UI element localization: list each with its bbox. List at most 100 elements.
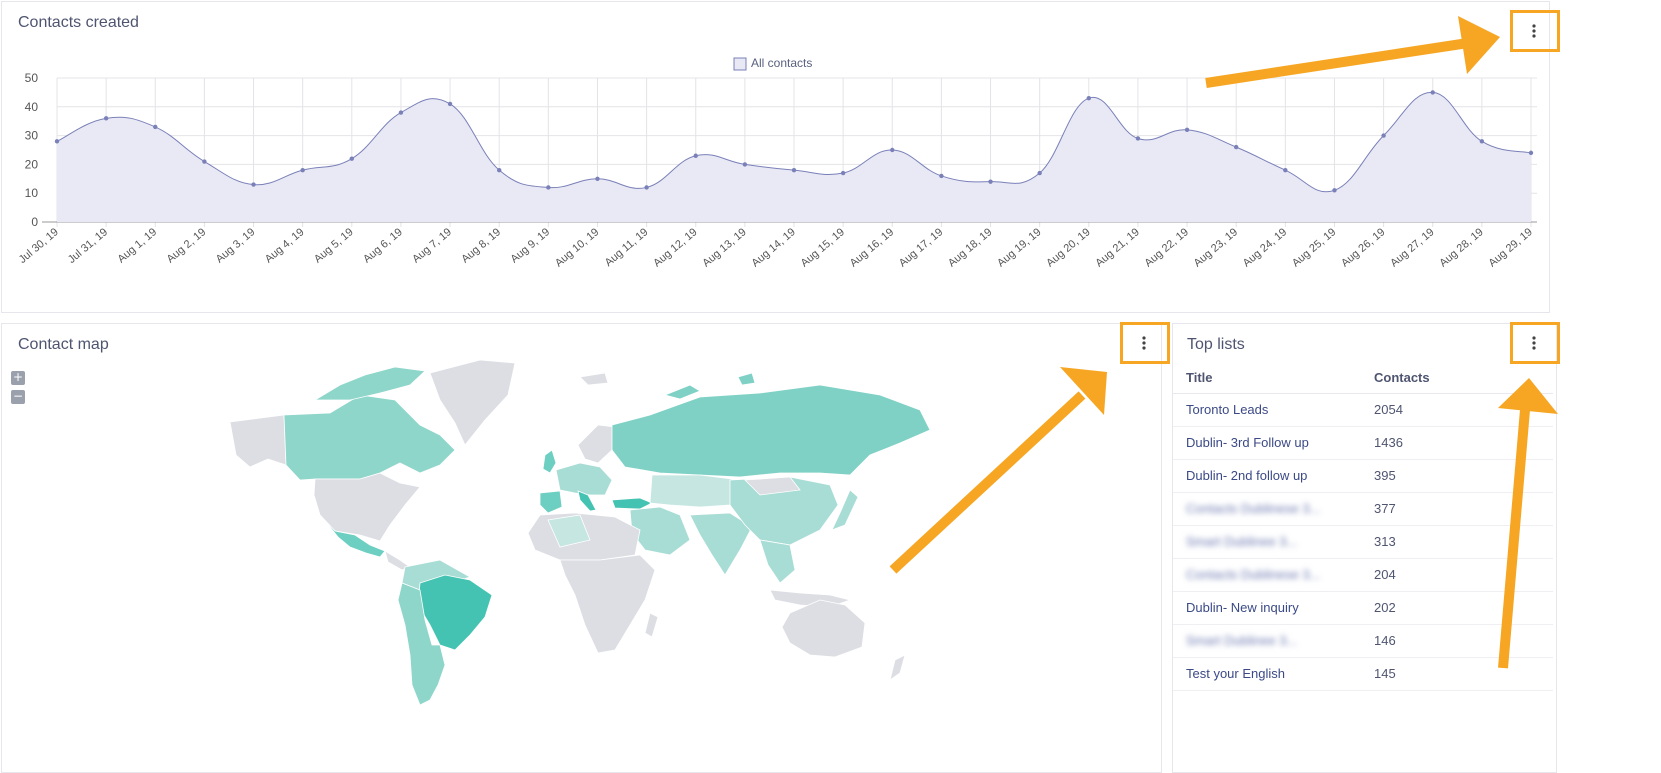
x-tick-label: Aug 11, 19 (603, 226, 651, 269)
x-tick-label: Aug 25, 19 (1290, 226, 1338, 269)
list-title-link[interactable]: Dublin- 3rd Follow up (1173, 426, 1361, 460)
map-region-japan[interactable] (831, 489, 859, 531)
list-contacts-count: 377 (1361, 492, 1553, 526)
list-contacts-count: 204 (1361, 558, 1553, 592)
map-region-new-zealand[interactable] (889, 654, 906, 681)
data-point[interactable] (447, 101, 453, 107)
map-region-western-europe[interactable] (555, 462, 613, 496)
data-point[interactable] (791, 167, 797, 173)
map-region-russia[interactable] (611, 384, 931, 478)
map-region-central-asia[interactable] (649, 474, 741, 508)
list-title-link[interactable]: Dublin- New inquiry (1173, 591, 1361, 625)
data-point[interactable] (398, 110, 404, 115)
map-region-iceland[interactable] (579, 372, 609, 386)
map-region-canada[interactable] (283, 394, 456, 481)
table-row: Contacts Dublinese 3... 204 (1173, 558, 1553, 592)
table-row: Smart Dublinee 3... 146 (1173, 624, 1553, 658)
map-region-arctic-islands[interactable] (313, 366, 426, 401)
data-point[interactable] (890, 147, 895, 153)
data-point[interactable] (497, 167, 502, 173)
x-tick-label: Aug 14, 19 (749, 226, 797, 269)
panel-title: Top lists (1187, 336, 1245, 353)
map-region-turkey[interactable] (611, 497, 653, 510)
map-region-scandinavia[interactable] (577, 424, 616, 464)
list-contacts-count: 395 (1361, 459, 1553, 493)
data-point[interactable] (1135, 136, 1141, 141)
x-tick-label: Aug 26, 19 (1339, 226, 1387, 269)
list-title-link[interactable]: Contacts Dublinese 3... (1173, 492, 1361, 526)
table-row: Toronto Leads 2054 (1173, 393, 1553, 427)
map-region-alaska[interactable] (229, 414, 287, 468)
list-title-link[interactable]: Contacts Dublinese 3... (1173, 558, 1361, 592)
x-tick-label: Aug 1, 19 (115, 226, 159, 265)
table-row: Test your English 145 (1173, 657, 1553, 691)
y-tick-label: 40 (25, 100, 39, 114)
data-point[interactable] (1283, 167, 1288, 173)
data-point[interactable] (546, 185, 551, 190)
map-region-iberia[interactable] (539, 490, 563, 514)
data-point[interactable] (988, 179, 993, 184)
map-region-usa[interactable] (313, 472, 421, 542)
map-region-sub-saharan-africa[interactable] (559, 554, 656, 654)
x-tick-label: Aug 10, 19 (553, 226, 601, 269)
x-tick-label: Aug 4, 19 (263, 226, 307, 265)
data-point[interactable] (644, 185, 649, 190)
map-region-australia[interactable] (781, 599, 866, 658)
y-tick-label: 10 (25, 186, 39, 200)
highlight-box (1120, 322, 1170, 364)
data-point[interactable] (1184, 127, 1190, 133)
y-tick-label: 0 (31, 215, 38, 229)
data-point[interactable] (1234, 144, 1239, 150)
table-row: Dublin- New inquiry 202 (1173, 591, 1553, 625)
data-point[interactable] (1479, 139, 1485, 144)
map-region-southeast-asia[interactable] (759, 539, 796, 584)
data-point[interactable] (300, 167, 305, 173)
list-contacts-count: 1436 (1361, 426, 1553, 460)
legend-label: All contacts (751, 56, 812, 70)
data-point[interactable] (153, 124, 158, 130)
chart-legend[interactable]: All contacts (733, 56, 812, 71)
data-point[interactable] (1086, 95, 1092, 101)
list-contacts-count: 202 (1361, 591, 1553, 625)
x-tick-label: Aug 12, 19 (651, 226, 699, 269)
table-row: Dublin- 2nd follow up 395 (1173, 459, 1553, 493)
list-title-link[interactable]: Smart Dublinee 3... (1173, 525, 1361, 559)
data-point[interactable] (1381, 133, 1386, 138)
x-tick-label: Aug 16, 19 (848, 226, 896, 269)
data-point[interactable] (1332, 188, 1337, 193)
list-contacts-count: 313 (1361, 525, 1553, 559)
data-point[interactable] (251, 182, 256, 187)
data-point[interactable] (693, 153, 698, 158)
list-contacts-count: 2054 (1361, 393, 1553, 427)
x-tick-label: Aug 23, 19 (1192, 226, 1240, 269)
map-region-greenland[interactable] (429, 359, 516, 446)
map-region-uk[interactable] (542, 449, 557, 474)
data-point[interactable] (939, 173, 944, 179)
column-header-contacts: Contacts (1361, 362, 1553, 394)
data-point[interactable] (1430, 90, 1435, 95)
data-point[interactable] (103, 116, 109, 121)
table-row: Dublin- 3rd Follow up 1436 (1173, 426, 1553, 460)
map-region-madagascar[interactable] (644, 612, 659, 638)
list-title-link[interactable]: Smart Dublinee 3... (1173, 624, 1361, 658)
world-map[interactable] (0, 355, 1161, 755)
data-point[interactable] (742, 162, 748, 167)
table-row: Contacts Dublinese 3... 377 (1173, 492, 1553, 526)
data-point[interactable] (349, 156, 354, 161)
list-contacts-count: 145 (1361, 657, 1553, 691)
list-title-link[interactable]: Dublin- 2nd follow up (1173, 459, 1361, 493)
x-tick-label: Aug 29, 19 (1486, 226, 1534, 269)
y-tick-label: 20 (25, 157, 39, 171)
list-title-link[interactable]: Toronto Leads (1173, 393, 1361, 427)
x-tick-label: Aug 21, 19 (1093, 226, 1141, 269)
list-title-link[interactable]: Test your English (1173, 657, 1361, 691)
data-point[interactable] (595, 176, 600, 181)
list-contacts-count: 146 (1361, 624, 1553, 658)
data-point[interactable] (840, 170, 846, 176)
x-tick-label: Aug 15, 19 (799, 226, 847, 269)
data-point[interactable] (54, 139, 60, 144)
data-point[interactable] (1528, 150, 1534, 156)
data-point[interactable] (202, 159, 207, 164)
panel-title: Contact map (18, 336, 109, 353)
data-point[interactable] (1037, 170, 1042, 176)
